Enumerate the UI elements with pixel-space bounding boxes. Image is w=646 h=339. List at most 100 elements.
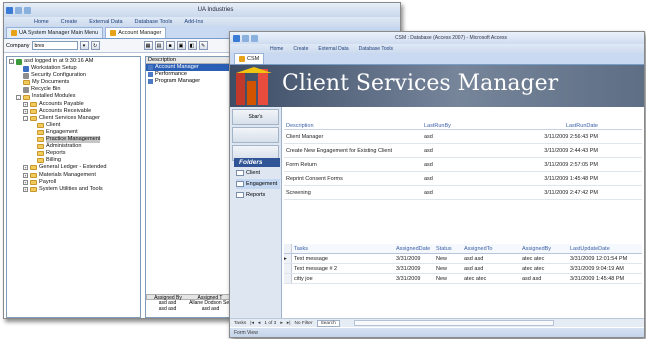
- tab-home[interactable]: Home: [270, 46, 283, 52]
- tree-node[interactable]: Workstation Setup: [7, 65, 140, 72]
- tab-add-ins[interactable]: Add-Ins: [184, 19, 203, 25]
- table-row[interactable]: Create New Engagement for Existing Clien…: [284, 144, 642, 158]
- undo-icon[interactable]: [251, 34, 258, 42]
- tab-database-tools[interactable]: Database Tools: [135, 19, 173, 25]
- tree-node[interactable]: Client: [7, 122, 140, 129]
- search-box[interactable]: Search: [316, 319, 340, 327]
- description-item[interactable]: Program Manager: [146, 78, 231, 85]
- assignedto-header[interactable]: AssignedTo: [464, 244, 522, 253]
- tree-node[interactable]: - asd logged in at 9:30:16 AM: [7, 58, 140, 65]
- tree-node[interactable]: + Payroll: [7, 179, 140, 186]
- tree-node[interactable]: Practice Management: [7, 136, 140, 144]
- doc-tab-label: CSM: [247, 56, 260, 62]
- collapse-icon[interactable]: -: [23, 115, 28, 121]
- dropdown-icon[interactable]: ▾: [79, 41, 89, 50]
- undo-icon[interactable]: [24, 6, 31, 14]
- table-row[interactable]: Screening asd 3/11/2009 2:47:42 PM: [284, 186, 642, 200]
- cell: 3/11/2009 2:57:05 PM: [544, 162, 598, 168]
- horizontal-scrollbar[interactable]: [353, 320, 554, 326]
- expand-icon[interactable]: +: [23, 165, 28, 171]
- assigneddate-header[interactable]: AssignedDate: [396, 244, 436, 253]
- expand-icon[interactable]: +: [23, 172, 28, 178]
- folder-client[interactable]: Client: [236, 168, 280, 178]
- expand-icon[interactable]: +: [23, 179, 28, 185]
- tree-node[interactable]: + System Utilities and Tools: [7, 186, 140, 193]
- tree-node[interactable]: Reports: [7, 150, 140, 157]
- nav-button[interactable]: Sbar's: [232, 109, 279, 125]
- record-counter[interactable]: 1 of 3: [264, 321, 276, 326]
- description-item[interactable]: Account Manager: [146, 64, 231, 71]
- description-item[interactable]: Performance: [146, 71, 231, 78]
- save-icon[interactable]: [242, 34, 249, 42]
- folder-engagement[interactable]: Engagement: [236, 179, 280, 189]
- row-selector[interactable]: [284, 274, 292, 283]
- tree-node[interactable]: - Client Services Manager: [7, 115, 140, 122]
- table-row[interactable]: Text message # 2 3/31/2009 New asd asd atec …: [284, 264, 642, 274]
- save-icon[interactable]: [15, 6, 22, 14]
- expand-icon[interactable]: +: [23, 186, 28, 192]
- tree-node[interactable]: + General Ledger - Extended: [7, 164, 140, 171]
- last-record-icon[interactable]: ▸|: [287, 321, 291, 326]
- tool-icon-6[interactable]: ✎: [198, 41, 208, 50]
- tool-icon-1[interactable]: ▦: [143, 41, 153, 50]
- tab-database-tools[interactable]: Database Tools: [359, 46, 393, 52]
- tab-external-data[interactable]: External Data: [89, 19, 122, 25]
- tree-node[interactable]: + Accounts Receivable: [7, 108, 140, 115]
- tool-icon-3[interactable]: ■: [165, 41, 175, 50]
- folder-reports[interactable]: Reports: [236, 190, 280, 200]
- first-record-icon[interactable]: |◂: [250, 321, 254, 326]
- description-panel: Description Account Manager Performance Pr…: [145, 56, 232, 318]
- module-tree[interactable]: - asd logged in at 9:30:16 AM Workstation …: [6, 56, 141, 318]
- tree-node[interactable]: Administration: [7, 143, 140, 150]
- table-row[interactable]: ▸ Text message 3/31/2009 New asd asd atec ate…: [284, 254, 642, 264]
- doc-tab-label: Account Manager: [118, 30, 162, 36]
- tab-home[interactable]: Home: [34, 19, 49, 25]
- cell: asd: [424, 190, 433, 196]
- tab-create[interactable]: Create: [61, 19, 78, 25]
- tree-node[interactable]: My Documents: [7, 79, 140, 86]
- tree-node[interactable]: + Accounts Payable: [7, 101, 140, 108]
- doc-tab-csm[interactable]: CSM: [234, 53, 265, 64]
- cell: asd asd: [201, 306, 220, 312]
- doc-tab-account-manager[interactable]: Account Manager: [105, 27, 167, 38]
- tool-icon-5[interactable]: ◧: [187, 41, 197, 50]
- tool-icon-4[interactable]: ▣: [176, 41, 186, 50]
- table-row[interactable]: citty joe 3/31/2009 New atec atec asd asd 3/3…: [284, 274, 642, 284]
- tree-node[interactable]: Security Configuration: [7, 72, 140, 79]
- company-select[interactable]: bres: [31, 41, 78, 50]
- office-button-icon[interactable]: [233, 34, 240, 42]
- tree-node[interactable]: Recycle Bin: [7, 86, 140, 93]
- expand-icon[interactable]: +: [23, 108, 28, 114]
- tree-node-label: Installed Modules: [32, 93, 76, 100]
- filter-status[interactable]: No Filter: [294, 321, 312, 326]
- nav-button[interactable]: [232, 127, 279, 143]
- tree-node-label: Accounts Receivable: [39, 107, 92, 114]
- table-row[interactable]: Reprint Consent Forms asd 3/11/2009 1:45:4…: [284, 172, 642, 186]
- doc-tab-main-menu[interactable]: UA System Manager Main Menu: [6, 27, 104, 38]
- tab-external-data[interactable]: External Data: [318, 46, 348, 52]
- tree-node[interactable]: Engagement: [7, 129, 140, 136]
- tree-node[interactable]: + Materials Management: [7, 172, 140, 179]
- tree-node[interactable]: Billing: [7, 157, 140, 164]
- prev-record-icon[interactable]: ◂: [258, 321, 260, 326]
- status-header[interactable]: Status: [436, 244, 464, 253]
- row-selector[interactable]: [284, 264, 292, 273]
- table-row[interactable]: asd asd asd asd: [146, 306, 232, 312]
- tasks-header[interactable]: Tasks: [292, 244, 396, 253]
- refresh-icon[interactable]: ↻: [90, 41, 100, 50]
- row-selector[interactable]: ▸: [284, 254, 292, 263]
- lastupdatedate-header[interactable]: LastUpdateDate: [570, 244, 642, 253]
- assigned-grid: Assigned By Assigned T asd asd Allane Do…: [146, 294, 232, 312]
- expand-icon[interactable]: +: [23, 101, 28, 107]
- tree-node-label: Accounts Payable: [39, 100, 84, 107]
- collapse-icon[interactable]: -: [16, 94, 21, 100]
- tree-node[interactable]: - Installed Modules: [7, 93, 140, 100]
- next-record-icon[interactable]: ▸: [280, 321, 282, 326]
- tab-create[interactable]: Create: [293, 46, 308, 52]
- table-row[interactable]: Client Manager asd 3/11/2009 2:56:43 PM: [284, 130, 642, 144]
- tool-icon-2[interactable]: ▤: [154, 41, 164, 50]
- table-row[interactable]: Form Return asd 3/11/2009 2:57:05 PM: [284, 158, 642, 172]
- collapse-icon[interactable]: -: [9, 59, 14, 65]
- assignedby-header[interactable]: AssignedBy: [522, 244, 570, 253]
- office-button-icon[interactable]: [6, 6, 13, 14]
